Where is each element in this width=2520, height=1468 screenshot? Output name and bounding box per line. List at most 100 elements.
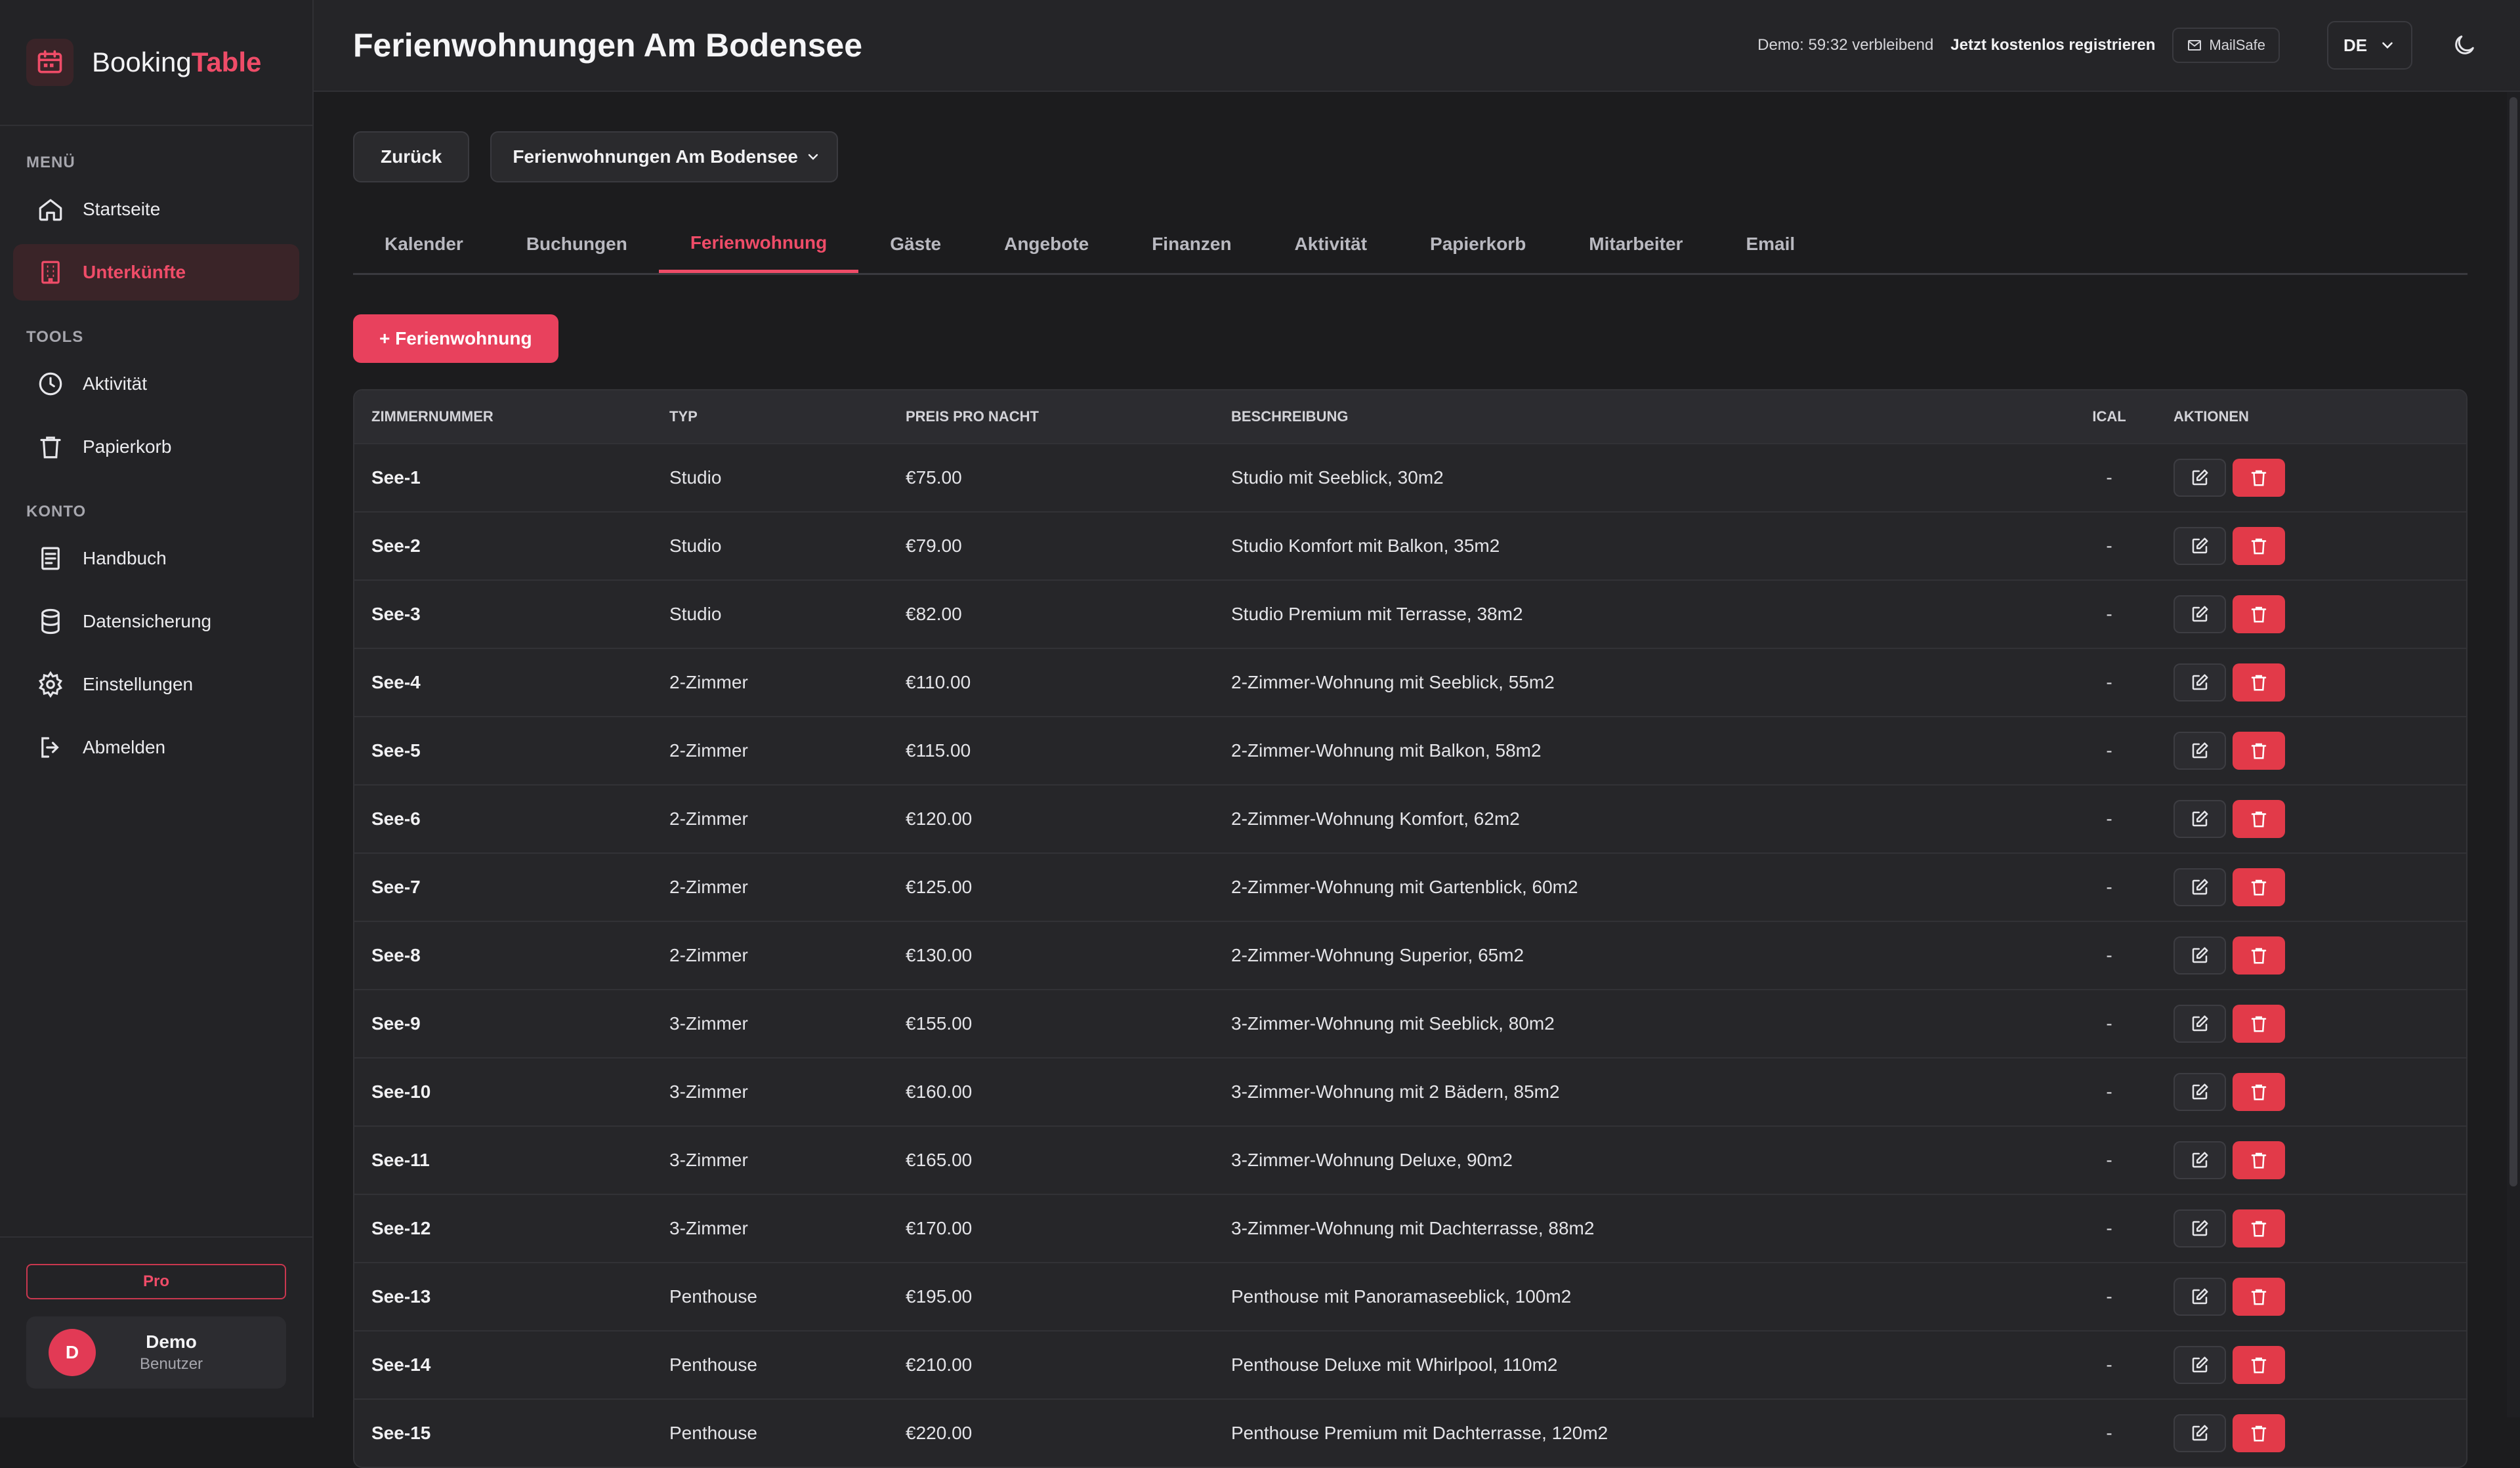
edit-button[interactable] <box>2174 459 2226 497</box>
tab-email[interactable]: Email <box>1714 215 1826 273</box>
edit-button[interactable] <box>2174 1005 2226 1043</box>
cell-ical: - <box>2106 877 2112 897</box>
brand[interactable]: BookingTable <box>0 0 312 126</box>
edit-button[interactable] <box>2174 936 2226 975</box>
tab-finanzen[interactable]: Finanzen <box>1120 215 1263 273</box>
edit-button[interactable] <box>2174 800 2226 838</box>
edit-icon <box>2192 810 2208 827</box>
delete-button[interactable] <box>2233 459 2285 497</box>
sidebar-item-abmelden[interactable]: Abmelden <box>13 719 299 776</box>
plan-badge[interactable]: Pro <box>26 1264 286 1299</box>
avatar: D <box>49 1329 96 1376</box>
delete-button[interactable] <box>2233 1209 2285 1248</box>
column-header-description[interactable]: BESCHREIBUNG <box>1231 408 2045 425</box>
tab-papierkorb[interactable]: Papierkorb <box>1398 215 1557 273</box>
tab-gäste[interactable]: Gäste <box>858 215 973 273</box>
sidebar-item-unterkuenfte[interactable]: Unterkünfte <box>13 244 299 301</box>
delete-button[interactable] <box>2233 732 2285 770</box>
sidebar-item-einstellungen[interactable]: Einstellungen <box>13 656 299 713</box>
delete-button[interactable] <box>2233 1073 2285 1111</box>
column-header-room-number[interactable]: ZIMMERNUMMER <box>354 408 669 425</box>
column-header-type[interactable]: TYP <box>669 408 906 425</box>
edit-button[interactable] <box>2174 1141 2226 1179</box>
back-button[interactable]: Zurück <box>353 131 470 182</box>
edit-button[interactable] <box>2174 1278 2226 1316</box>
tab-buchungen[interactable]: Buchungen <box>495 215 659 273</box>
delete-button[interactable] <box>2233 936 2285 975</box>
scrollbar[interactable] <box>2507 92 2520 1417</box>
table-row: See-12 3-Zimmer €170.00 3-Zimmer-Wohnung mi… <box>354 1194 2466 1262</box>
delete-button[interactable] <box>2233 1278 2285 1316</box>
delete-button[interactable] <box>2233 663 2285 702</box>
property-select[interactable]: Ferienwohnungen Am Bodensee <box>490 131 839 182</box>
delete-button[interactable] <box>2233 1005 2285 1043</box>
section-account-heading: KONTO <box>26 503 87 520</box>
delete-button[interactable] <box>2233 868 2285 906</box>
building-icon <box>41 261 60 284</box>
theme-toggle-button[interactable] <box>2448 29 2481 62</box>
user-card[interactable]: D Demo Benutzer <box>26 1316 286 1389</box>
cell-actions <box>2174 663 2466 702</box>
edit-button[interactable] <box>2174 1414 2226 1452</box>
add-apartment-button[interactable]: + Ferienwohnung <box>353 314 558 363</box>
scrollbar-thumb[interactable] <box>2510 97 2517 1186</box>
edit-button[interactable] <box>2174 1073 2226 1111</box>
sidebar: BookingTable MENÜ Startseite Unterkünfte… <box>0 0 314 1417</box>
edit-icon <box>2192 606 2208 622</box>
register-link[interactable]: Jetzt kostenlos registrieren <box>1950 36 2155 54</box>
cell-actions <box>2174 1346 2466 1384</box>
edit-button[interactable] <box>2174 1209 2226 1248</box>
tab-bar: Kalender Buchungen Ferienwohnung Gäste Angeb… <box>353 215 2468 275</box>
cell-room-number: See-8 <box>371 945 421 965</box>
edit-icon <box>2192 1015 2208 1032</box>
sidebar-item-startseite[interactable]: Startseite <box>13 181 299 238</box>
cell-price: €155.00 <box>906 1013 973 1034</box>
brand-name-part1: Booking <box>92 47 192 77</box>
tab-mitarbeiter[interactable]: Mitarbeiter <box>1557 215 1714 273</box>
edit-icon <box>2192 1220 2208 1236</box>
cell-price: €115.00 <box>906 740 971 761</box>
brand-name: BookingTable <box>92 47 261 78</box>
edit-button[interactable] <box>2174 868 2226 906</box>
edit-button[interactable] <box>2174 663 2226 702</box>
cell-price: €82.00 <box>906 604 962 624</box>
trash-icon <box>2251 675 2267 691</box>
cell-type: Penthouse <box>669 1354 757 1375</box>
table-row: See-5 2-Zimmer €115.00 2-Zimmer-Wohnung mit… <box>354 716 2466 784</box>
tab-kalender[interactable]: Kalender <box>353 215 495 273</box>
database-icon <box>41 608 60 635</box>
sidebar-item-datensicherung[interactable]: Datensicherung <box>13 593 299 650</box>
cell-type: 3-Zimmer <box>669 1013 748 1034</box>
sidebar-item-papierkorb[interactable]: Papierkorb <box>13 419 299 475</box>
tab-aktivität[interactable]: Aktivität <box>1263 215 1398 273</box>
cell-ical: - <box>2106 1423 2112 1443</box>
delete-button[interactable] <box>2233 1141 2285 1179</box>
tab-angebote[interactable]: Angebote <box>973 215 1120 273</box>
column-header-price[interactable]: PREIS PRO NACHT <box>906 408 1231 425</box>
tab-ferienwohnung[interactable]: Ferienwohnung <box>658 215 859 273</box>
cell-ical: - <box>2106 604 2112 624</box>
cell-ical: - <box>2106 1150 2112 1170</box>
language-select[interactable]: DE <box>2327 21 2412 70</box>
edit-button[interactable] <box>2174 1346 2226 1384</box>
edit-button[interactable] <box>2174 595 2226 633</box>
delete-button[interactable] <box>2233 1346 2285 1384</box>
page-title: Ferienwohnungen Am Bodensee <box>353 27 863 64</box>
property-select-value: Ferienwohnungen Am Bodensee <box>513 146 798 167</box>
table-row: See-4 2-Zimmer €110.00 2-Zimmer-Wohnung mit… <box>354 648 2466 716</box>
delete-button[interactable] <box>2233 595 2285 633</box>
sidebar-item-aktivitaet[interactable]: Aktivität <box>13 356 299 412</box>
home-icon <box>39 199 62 221</box>
sidebar-item-handbuch[interactable]: Handbuch <box>13 530 299 587</box>
delete-button[interactable] <box>2233 527 2285 565</box>
edit-button[interactable] <box>2174 732 2226 770</box>
delete-button[interactable] <box>2233 1414 2285 1452</box>
cell-price: €170.00 <box>906 1218 973 1238</box>
cell-actions <box>2174 732 2466 770</box>
cell-actions <box>2174 527 2466 565</box>
edit-button[interactable] <box>2174 527 2226 565</box>
trash-icon <box>2251 1357 2267 1374</box>
cell-price: €120.00 <box>906 808 973 829</box>
mailsafe-button[interactable]: MailSafe <box>2172 28 2280 63</box>
delete-button[interactable] <box>2233 800 2285 838</box>
